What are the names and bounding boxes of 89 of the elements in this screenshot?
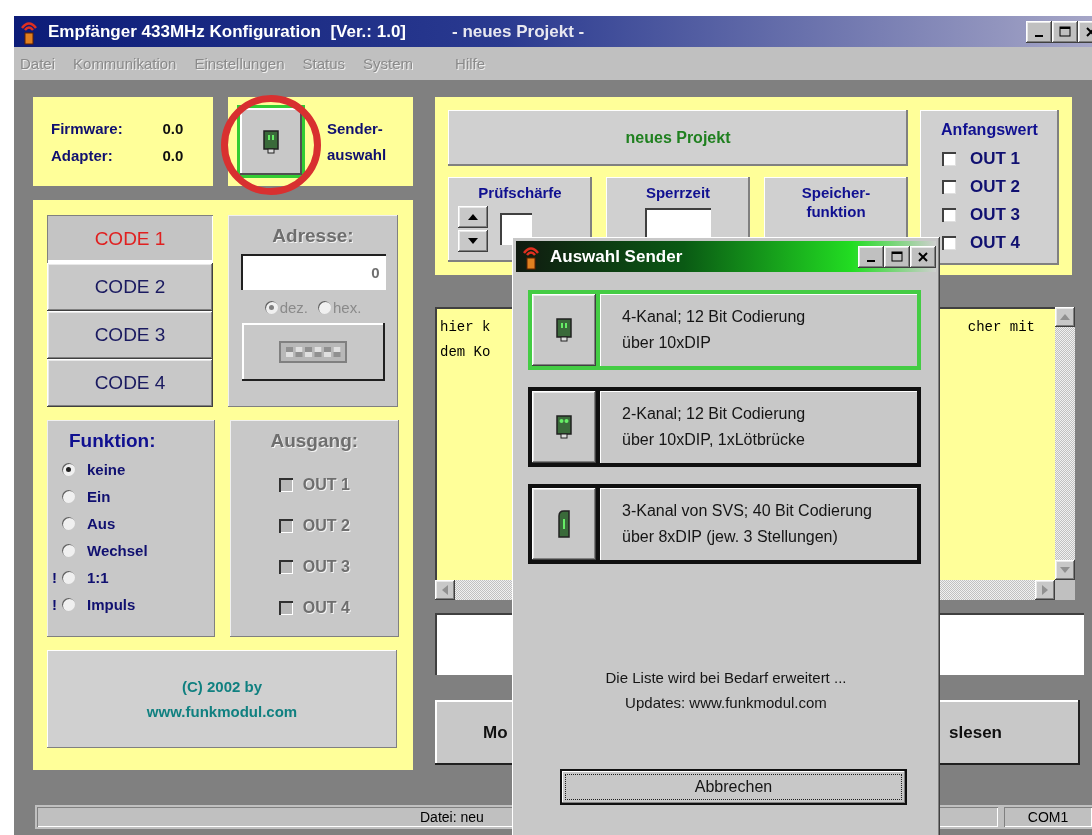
setting-label: Prüfschärfe bbox=[478, 183, 562, 202]
checkbox[interactable] bbox=[942, 152, 956, 166]
firmware-label: Firmware: bbox=[51, 118, 124, 139]
dialog-title: Auswahl Sender bbox=[550, 246, 683, 267]
radio-button[interactable] bbox=[62, 517, 75, 530]
minimize-icon bbox=[1035, 34, 1043, 37]
option-text: über 10xDIP, 1xLötbrücke bbox=[622, 431, 806, 449]
down-arrow-icon bbox=[468, 238, 478, 244]
radio-label: Aus bbox=[87, 515, 116, 532]
warning-mark: ! bbox=[52, 569, 57, 586]
copyright-text: www.funkmodul.com bbox=[146, 703, 298, 720]
dip-switch-button[interactable] bbox=[241, 323, 385, 381]
warning-mark: ! bbox=[52, 596, 57, 613]
option-text: 2-Kanal; 12 Bit Codierung bbox=[622, 405, 807, 423]
text-line: hier k bbox=[440, 318, 491, 337]
radio-button[interactable] bbox=[62, 544, 75, 557]
status-port: COM1 bbox=[1004, 807, 1092, 827]
transmitter-icon bbox=[556, 318, 572, 342]
checkbox-label: OUT 2 bbox=[302, 516, 350, 535]
checkbox[interactable] bbox=[942, 208, 956, 222]
project-name: neues Projekt bbox=[448, 110, 908, 166]
code-tab[interactable]: CODE 4 bbox=[47, 359, 213, 407]
close-button[interactable] bbox=[910, 245, 936, 268]
checkbox-label: OUT 3 bbox=[302, 557, 350, 576]
radio-label: 1:1 bbox=[87, 569, 109, 586]
close-icon bbox=[918, 251, 928, 262]
minimize-icon bbox=[867, 259, 875, 262]
checkbox-label: OUT 3 bbox=[970, 205, 1021, 225]
checkbox[interactable] bbox=[942, 236, 956, 250]
sender-label: Sender- auswahl bbox=[327, 118, 387, 165]
radio-label: dez. bbox=[279, 299, 308, 316]
value-field[interactable] bbox=[645, 208, 711, 240]
sender-option[interactable]: 3-Kanal von SVS; 40 Bit Codierung über 8xDIP (jew. 3 Stellungen) bbox=[528, 484, 921, 564]
up-arrow-icon bbox=[468, 214, 478, 220]
sender-option[interactable]: 4-Kanal; 12 Bit Codierung über 10xDIP bbox=[528, 290, 921, 370]
adapter-value: 0.0 bbox=[162, 145, 185, 166]
copyright-text: (C) 2002 by bbox=[181, 678, 262, 695]
radio-label: hex. bbox=[333, 299, 362, 316]
setting-label: Speicher- funktion bbox=[801, 183, 871, 221]
project-title: - neues Projekt - bbox=[452, 21, 585, 42]
text-line: cher mit bbox=[967, 318, 1035, 337]
maximize-button[interactable] bbox=[1052, 20, 1078, 43]
checkbox-label: OUT 2 bbox=[970, 177, 1021, 197]
spin-up-button[interactable] bbox=[458, 206, 488, 228]
initial-value-label: Anfangswert bbox=[941, 120, 1038, 139]
text-line: dem Ko bbox=[440, 343, 491, 362]
note-text: Die Liste wird bei Bedarf erweitert ... bbox=[605, 669, 847, 686]
maximize-icon bbox=[1059, 26, 1071, 37]
radio-button[interactable] bbox=[62, 490, 75, 503]
option-text: 3-Kanal von SVS; 40 Bit Codierung bbox=[622, 502, 873, 520]
option-text: 4-Kanal; 12 Bit Codierung bbox=[622, 308, 807, 326]
checkbox[interactable] bbox=[942, 180, 956, 194]
radio-label: Ein bbox=[87, 488, 111, 505]
code-tab[interactable]: CODE 3 bbox=[47, 311, 213, 359]
cancel-button[interactable]: Abbrechen bbox=[560, 769, 907, 805]
radio-label: Wechsel bbox=[87, 542, 148, 559]
address-label: Adresse: bbox=[272, 225, 354, 247]
radio-label: keine bbox=[87, 461, 126, 478]
spin-down-button[interactable] bbox=[458, 230, 488, 252]
radio-button[interactable] bbox=[62, 571, 75, 584]
sender-option[interactable]: 2-Kanal; 12 Bit Codierung über 10xDIP, 1xLötbrücke bbox=[528, 387, 921, 467]
radio-label: Impuls bbox=[87, 596, 136, 613]
transmitter-icon bbox=[557, 510, 571, 538]
sender-button[interactable] bbox=[237, 105, 305, 178]
option-text: über 8xDIP (jew. 3 Stellungen) bbox=[622, 528, 839, 546]
radio-button[interactable] bbox=[62, 463, 75, 476]
dip-switch-icon bbox=[279, 341, 347, 363]
transmitter-icon bbox=[263, 129, 279, 154]
code-tab[interactable]: CODE 2 bbox=[47, 263, 213, 311]
transmitter-icon bbox=[556, 415, 572, 439]
checkbox-label: OUT 4 bbox=[970, 233, 1021, 253]
setting-label: Sperrzeit bbox=[645, 183, 711, 202]
adapter-label: Adapter: bbox=[51, 145, 114, 166]
checkbox-label: OUT 1 bbox=[970, 149, 1021, 169]
radio-button[interactable] bbox=[62, 598, 75, 611]
window-title: Empfänger 433MHz Konfiguration [Ver.: 1.0] bbox=[48, 21, 406, 42]
function-label: Funktion: bbox=[69, 430, 156, 452]
firmware-value: 0.0 bbox=[162, 118, 185, 139]
status-file: Datei: neu bbox=[37, 807, 998, 827]
maximize-icon bbox=[891, 251, 903, 262]
checkbox-label: OUT 4 bbox=[302, 598, 350, 617]
minimize-button[interactable] bbox=[1026, 20, 1052, 43]
option-text: über 10xDIP bbox=[622, 334, 712, 352]
code-tab[interactable]: CODE 1 bbox=[47, 215, 213, 263]
output-label: Ausgang: bbox=[270, 430, 359, 452]
minimize-button[interactable] bbox=[858, 245, 884, 268]
note-text: Updates: www.funkmodul.com bbox=[625, 694, 827, 711]
checkbox-label: OUT 1 bbox=[302, 475, 350, 494]
maximize-button[interactable] bbox=[884, 245, 910, 268]
